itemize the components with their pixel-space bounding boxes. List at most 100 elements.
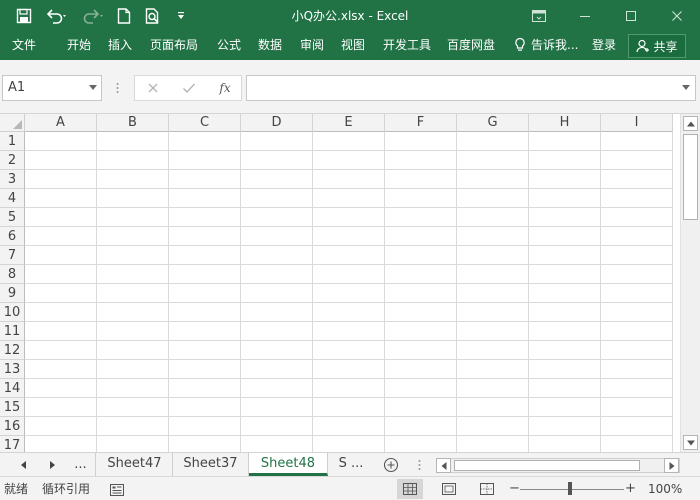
- insert-function-icon[interactable]: fx: [211, 76, 239, 100]
- cell-g12[interactable]: [457, 341, 529, 360]
- cell-c14[interactable]: [169, 379, 241, 398]
- cell-d12[interactable]: [241, 341, 313, 360]
- share-button[interactable]: 共享: [628, 34, 686, 58]
- undo-icon[interactable]: [42, 0, 72, 32]
- vertical-scrollbar[interactable]: [680, 114, 700, 452]
- close-icon[interactable]: [654, 0, 700, 32]
- tab-view[interactable]: 视图: [341, 32, 365, 60]
- ribbon-display-icon[interactable]: [516, 0, 562, 32]
- cell-b7[interactable]: [97, 246, 169, 265]
- tell-me-box[interactable]: 告诉我...: [531, 32, 578, 60]
- status-circular-reference[interactable]: 循环引用: [42, 477, 90, 500]
- page-layout-view-icon[interactable]: [436, 479, 462, 499]
- cell-e17[interactable]: [313, 436, 385, 452]
- next-sheet-icon[interactable]: [38, 453, 66, 477]
- cell-b5[interactable]: [97, 208, 169, 227]
- column-header-d[interactable]: D: [241, 114, 313, 132]
- cell-g14[interactable]: [457, 379, 529, 398]
- cell-b11[interactable]: [97, 322, 169, 341]
- tab-baidu-netdisk[interactable]: 百度网盘: [447, 32, 495, 60]
- column-header-c[interactable]: C: [169, 114, 241, 132]
- cell-g11[interactable]: [457, 322, 529, 341]
- cell-d15[interactable]: [241, 398, 313, 417]
- column-header-h[interactable]: H: [529, 114, 601, 132]
- cell-b4[interactable]: [97, 189, 169, 208]
- cell-a14[interactable]: [25, 379, 97, 398]
- cell-b2[interactable]: [97, 151, 169, 170]
- tab-review[interactable]: 审阅: [300, 32, 324, 60]
- cell-h11[interactable]: [529, 322, 601, 341]
- cell-g3[interactable]: [457, 170, 529, 189]
- expand-formula-icon[interactable]: [682, 85, 690, 90]
- cell-d10[interactable]: [241, 303, 313, 322]
- new-sheet-icon[interactable]: [377, 453, 405, 477]
- prev-sheet-icon[interactable]: [10, 453, 38, 477]
- cell-h16[interactable]: [529, 417, 601, 436]
- column-header-f[interactable]: F: [385, 114, 457, 132]
- row-header-15[interactable]: 15: [0, 398, 25, 417]
- cell-i2[interactable]: [601, 151, 673, 170]
- cell-h1[interactable]: [529, 132, 601, 151]
- name-box[interactable]: A1: [2, 75, 102, 101]
- cell-i9[interactable]: [601, 284, 673, 303]
- cell-h2[interactable]: [529, 151, 601, 170]
- cell-c1[interactable]: [169, 132, 241, 151]
- zoom-out-button[interactable]: −: [509, 477, 520, 500]
- cell-h8[interactable]: [529, 265, 601, 284]
- zoom-slider-thumb[interactable]: [568, 482, 572, 495]
- cell-f14[interactable]: [385, 379, 457, 398]
- cell-c6[interactable]: [169, 227, 241, 246]
- cell-g6[interactable]: [457, 227, 529, 246]
- cell-b3[interactable]: [97, 170, 169, 189]
- vertical-scroll-thumb[interactable]: [683, 134, 698, 220]
- cell-d1[interactable]: [241, 132, 313, 151]
- login-link[interactable]: 登录: [592, 32, 616, 60]
- cell-g8[interactable]: [457, 265, 529, 284]
- cell-c17[interactable]: [169, 436, 241, 452]
- cell-c2[interactable]: [169, 151, 241, 170]
- cell-g16[interactable]: [457, 417, 529, 436]
- tab-file[interactable]: 文件: [12, 32, 36, 60]
- chevron-down-icon[interactable]: [89, 85, 97, 90]
- row-header-12[interactable]: 12: [0, 341, 25, 360]
- cell-f5[interactable]: [385, 208, 457, 227]
- cell-i11[interactable]: [601, 322, 673, 341]
- cell-h5[interactable]: [529, 208, 601, 227]
- cell-h6[interactable]: [529, 227, 601, 246]
- cell-c9[interactable]: [169, 284, 241, 303]
- cell-a1[interactable]: [25, 132, 97, 151]
- cell-g5[interactable]: [457, 208, 529, 227]
- cell-b17[interactable]: [97, 436, 169, 452]
- row-header-14[interactable]: 14: [0, 379, 25, 398]
- cell-b13[interactable]: [97, 360, 169, 379]
- cell-c12[interactable]: [169, 341, 241, 360]
- cell-i4[interactable]: [601, 189, 673, 208]
- cell-i1[interactable]: [601, 132, 673, 151]
- cell-a7[interactable]: [25, 246, 97, 265]
- cell-g15[interactable]: [457, 398, 529, 417]
- cell-b15[interactable]: [97, 398, 169, 417]
- cell-h7[interactable]: [529, 246, 601, 265]
- tab-splitter-handle[interactable]: [418, 459, 421, 471]
- column-header-e[interactable]: E: [313, 114, 385, 132]
- select-all-corner[interactable]: [0, 114, 25, 132]
- row-header-13[interactable]: 13: [0, 360, 25, 379]
- cell-h14[interactable]: [529, 379, 601, 398]
- cell-c5[interactable]: [169, 208, 241, 227]
- cell-a5[interactable]: [25, 208, 97, 227]
- cell-a2[interactable]: [25, 151, 97, 170]
- cell-h13[interactable]: [529, 360, 601, 379]
- cell-c15[interactable]: [169, 398, 241, 417]
- row-header-10[interactable]: 10: [0, 303, 25, 322]
- cell-c10[interactable]: [169, 303, 241, 322]
- sheet-tab[interactable]: Sheet47: [97, 453, 173, 476]
- column-header-i[interactable]: I: [601, 114, 673, 132]
- cell-f7[interactable]: [385, 246, 457, 265]
- cell-c4[interactable]: [169, 189, 241, 208]
- cell-c13[interactable]: [169, 360, 241, 379]
- redo-icon[interactable]: [78, 0, 108, 32]
- cell-a16[interactable]: [25, 417, 97, 436]
- cell-b10[interactable]: [97, 303, 169, 322]
- cell-g7[interactable]: [457, 246, 529, 265]
- scroll-up-icon[interactable]: [683, 116, 698, 131]
